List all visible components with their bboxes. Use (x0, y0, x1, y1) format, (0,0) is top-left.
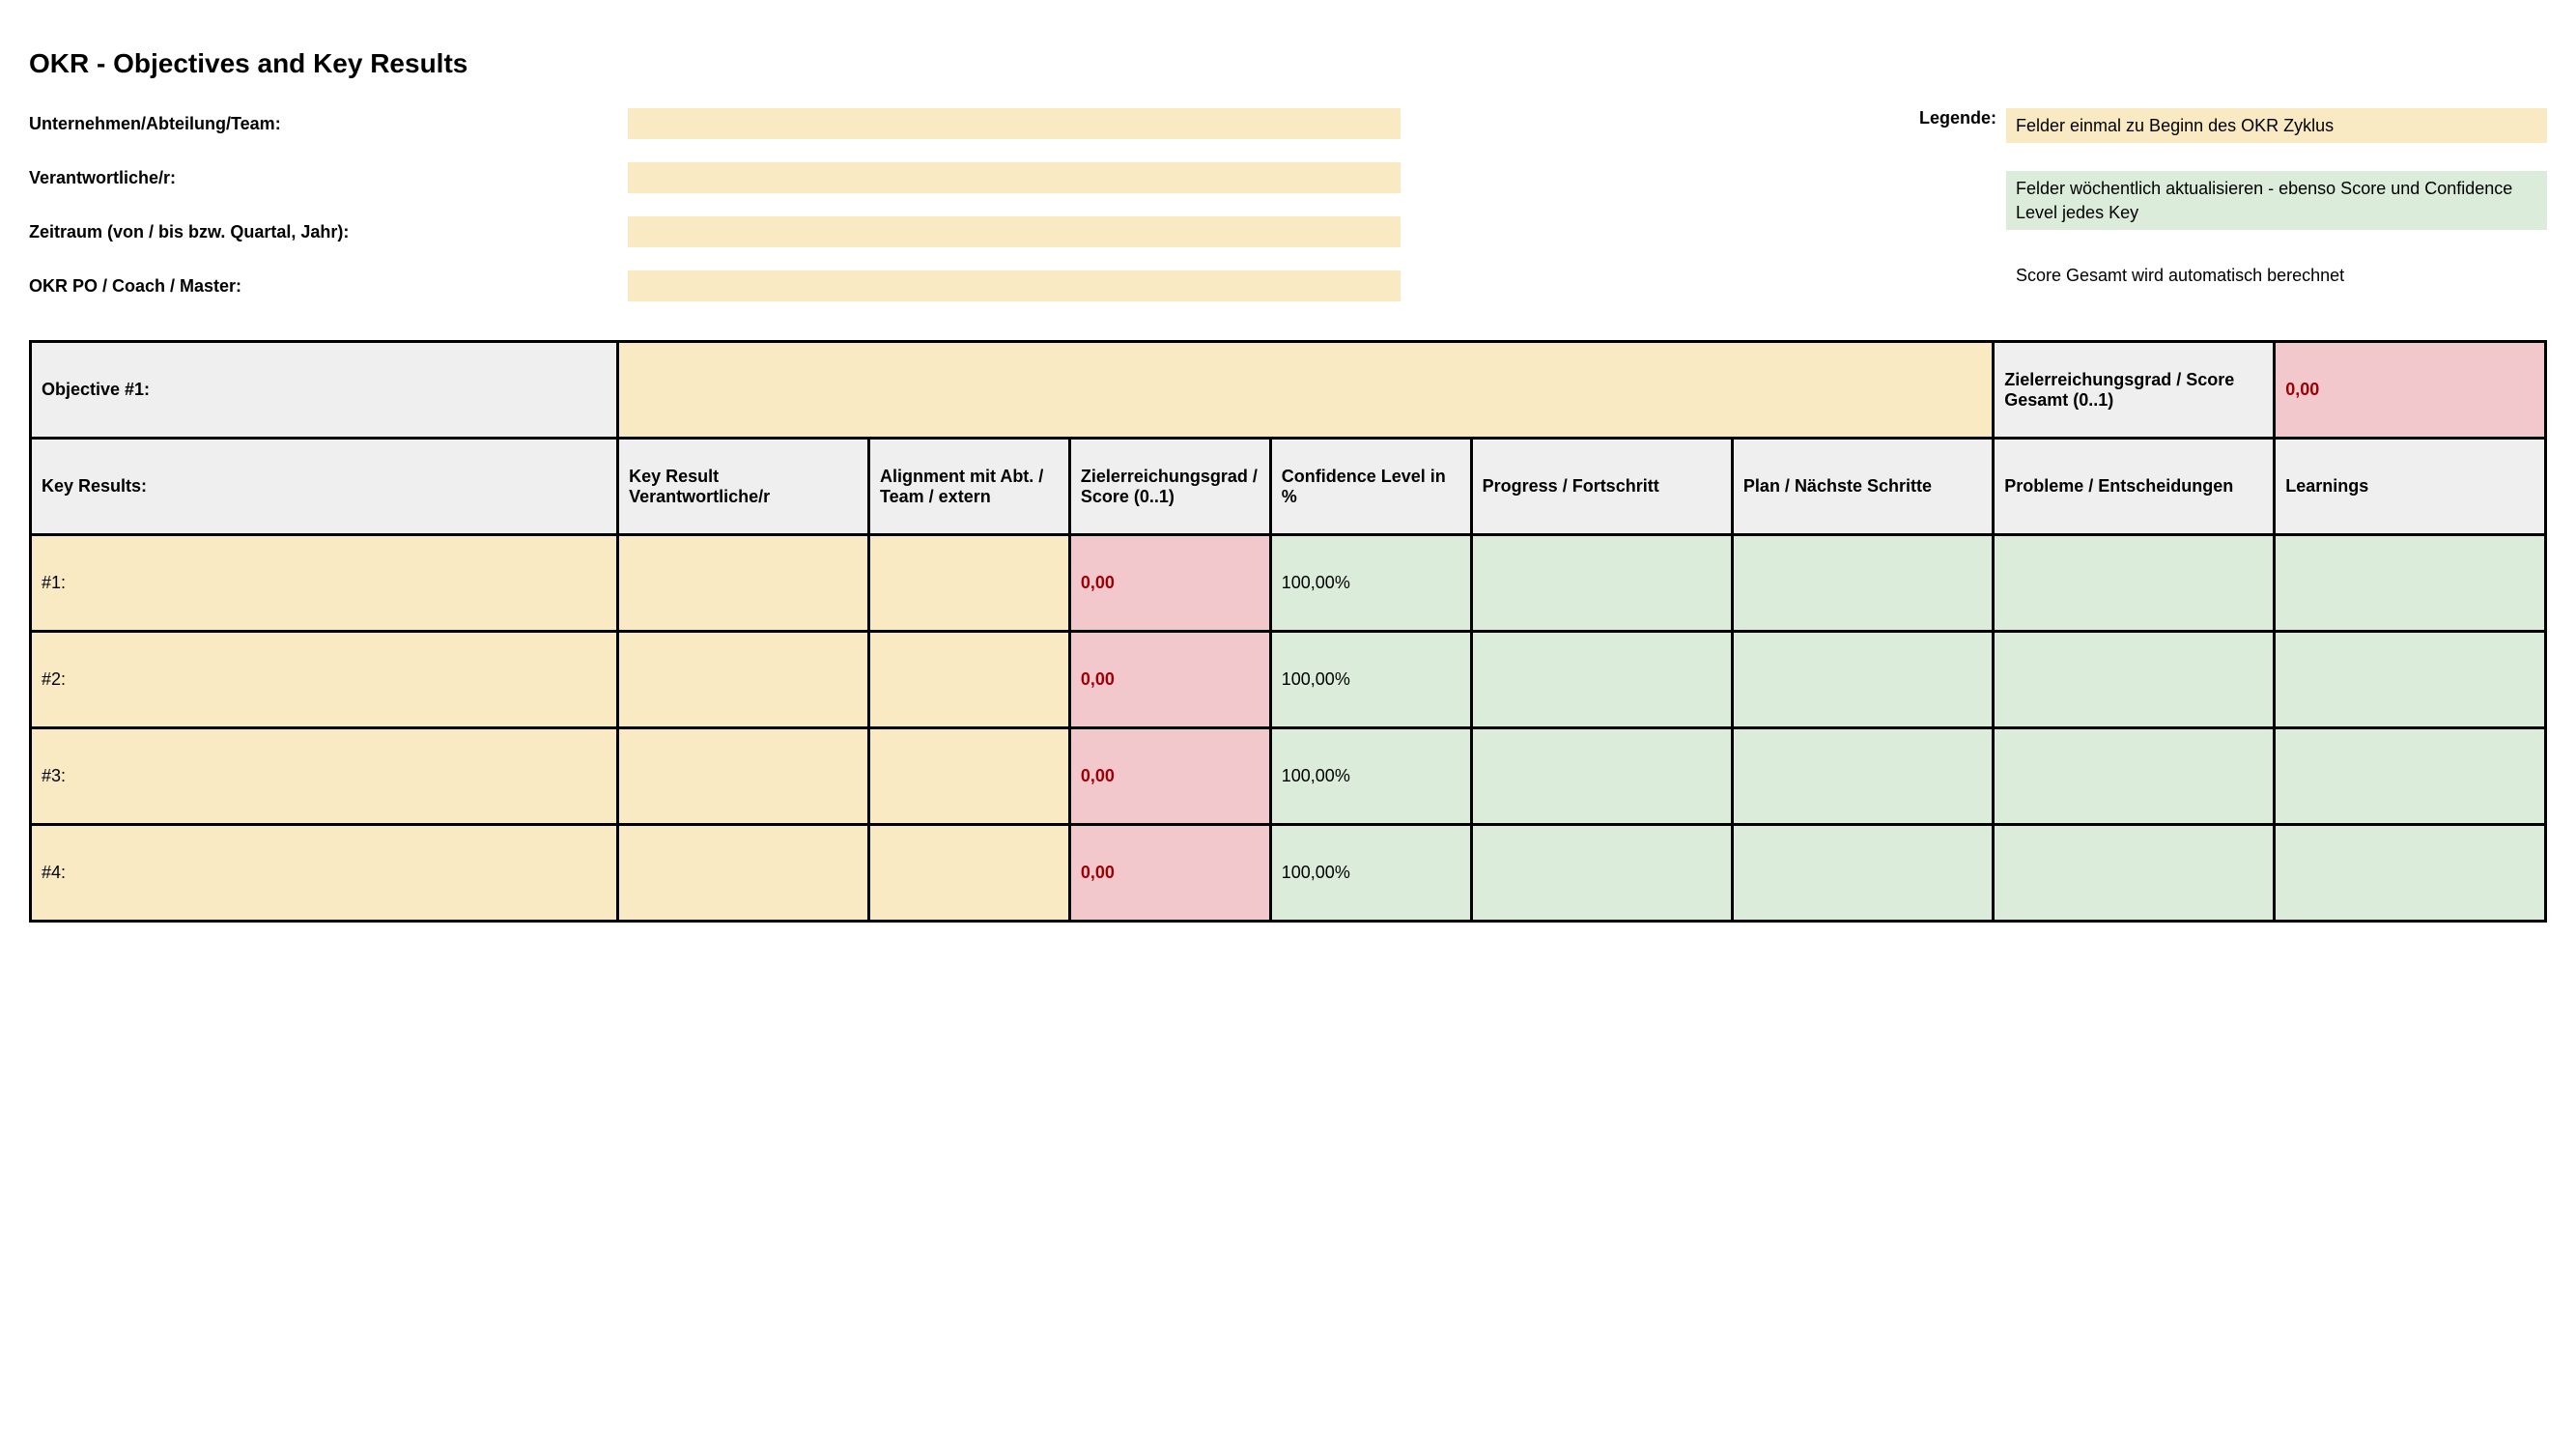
confidence-cell[interactable]: 100,00% (1270, 632, 1471, 728)
score-cell[interactable]: 0,00 (1069, 535, 1270, 632)
header-confidence: Confidence Level in % (1270, 439, 1471, 535)
responsible-field[interactable] (628, 162, 1401, 193)
score-cell[interactable]: 0,00 (1069, 728, 1270, 825)
header-alignment: Alignment mit Abt. / Team / extern (868, 439, 1069, 535)
alignment-cell[interactable] (868, 728, 1069, 825)
learnings-cell[interactable] (2275, 535, 2546, 632)
objective-row: Objective #1: Zielerreichungsgrad / Scor… (31, 342, 2546, 439)
alignment-cell[interactable] (868, 825, 1069, 922)
okr-table: Objective #1: Zielerreichungsgrad / Scor… (29, 340, 2547, 923)
responsible-label-text: Verantwortliche/r: (29, 168, 176, 187)
plan-cell[interactable] (1732, 632, 1993, 728)
plan-cell[interactable] (1732, 535, 1993, 632)
company-field[interactable] (628, 108, 1401, 139)
kr-label-cell[interactable]: #2: (31, 632, 618, 728)
header-problems: Probleme / Entscheidungen (1994, 439, 2275, 535)
table-row: #3: 0,00 100,00% (31, 728, 2546, 825)
problems-cell[interactable] (1994, 728, 2275, 825)
header-progress: Progress / Fortschritt (1471, 439, 1732, 535)
kr-label-cell[interactable]: #1: (31, 535, 618, 632)
legend-item-yellow: Felder einmal zu Beginn des OKR Zyklus (2006, 108, 2547, 143)
plan-cell[interactable] (1732, 728, 1993, 825)
meta-label-coach: OKR PO / Coach / Master: (29, 276, 628, 297)
alignment-cell[interactable] (868, 632, 1069, 728)
confidence-cell[interactable]: 100,00% (1270, 535, 1471, 632)
plan-cell[interactable] (1732, 825, 1993, 922)
legend-label: Legende: (1861, 108, 2006, 128)
header-key-results: Key Results: (31, 439, 618, 535)
problems-cell[interactable] (1994, 535, 2275, 632)
table-row: #2: 0,00 100,00% (31, 632, 2546, 728)
legend-block: Legende: Felder einmal zu Beginn des OKR… (1861, 108, 2547, 301)
score-total-label-cell: Zielerreichungsgrad / Score Gesamt (0..1… (1994, 342, 2275, 439)
period-field[interactable] (628, 216, 1401, 247)
score-total-value-cell: 0,00 (2275, 342, 2546, 439)
header-kr-owner: Key Result Verantwortliche/r (618, 439, 869, 535)
meta-label-responsible: Verantwortliche/r: (29, 168, 628, 188)
coach-field[interactable] (628, 270, 1401, 301)
kr-owner-cell[interactable] (618, 825, 869, 922)
header-learnings: Learnings (2275, 439, 2546, 535)
score-cell[interactable]: 0,00 (1069, 825, 1270, 922)
learnings-cell[interactable] (2275, 728, 2546, 825)
legend-item-plain: Score Gesamt wird automatisch berechnet (2006, 258, 2547, 293)
table-row: #4: 0,00 100,00% (31, 825, 2546, 922)
table-row: #1: 0,00 100,00% (31, 535, 2546, 632)
learnings-cell[interactable] (2275, 825, 2546, 922)
kr-owner-cell[interactable] (618, 535, 869, 632)
progress-cell[interactable] (1471, 632, 1732, 728)
kr-owner-cell[interactable] (618, 728, 869, 825)
confidence-cell[interactable]: 100,00% (1270, 728, 1471, 825)
meta-label-company: Unternehmen/Abteilung/Team: (29, 114, 628, 134)
header-plan: Plan / Nächste Schritte (1732, 439, 1993, 535)
score-cell[interactable]: 0,00 (1069, 632, 1270, 728)
confidence-cell[interactable]: 100,00% (1270, 825, 1471, 922)
problems-cell[interactable] (1994, 825, 2275, 922)
progress-cell[interactable] (1471, 825, 1732, 922)
problems-cell[interactable] (1994, 632, 2275, 728)
meta-block: Unternehmen/Abteilung/Team: Verantwortli… (29, 108, 1401, 301)
alignment-cell[interactable] (868, 535, 1069, 632)
kr-owner-cell[interactable] (618, 632, 869, 728)
progress-cell[interactable] (1471, 728, 1732, 825)
header-row: Key Results: Key Result Verantwortliche/… (31, 439, 2546, 535)
kr-label-cell[interactable]: #3: (31, 728, 618, 825)
learnings-cell[interactable] (2275, 632, 2546, 728)
page-title: OKR - Objectives and Key Results (29, 48, 2547, 79)
objective-label-cell: Objective #1: (31, 342, 618, 439)
progress-cell[interactable] (1471, 535, 1732, 632)
objective-value-cell[interactable] (618, 342, 1994, 439)
top-section: Unternehmen/Abteilung/Team: Verantwortli… (29, 108, 2547, 301)
header-score: Zielerreichungsgrad / Score (0..1) (1069, 439, 1270, 535)
kr-label-cell[interactable]: #4: (31, 825, 618, 922)
meta-label-period: Zeitraum (von / bis bzw. Quartal, Jahr): (29, 222, 628, 242)
legend-item-green: Felder wöchentlich aktualisieren - ebens… (2006, 171, 2547, 230)
